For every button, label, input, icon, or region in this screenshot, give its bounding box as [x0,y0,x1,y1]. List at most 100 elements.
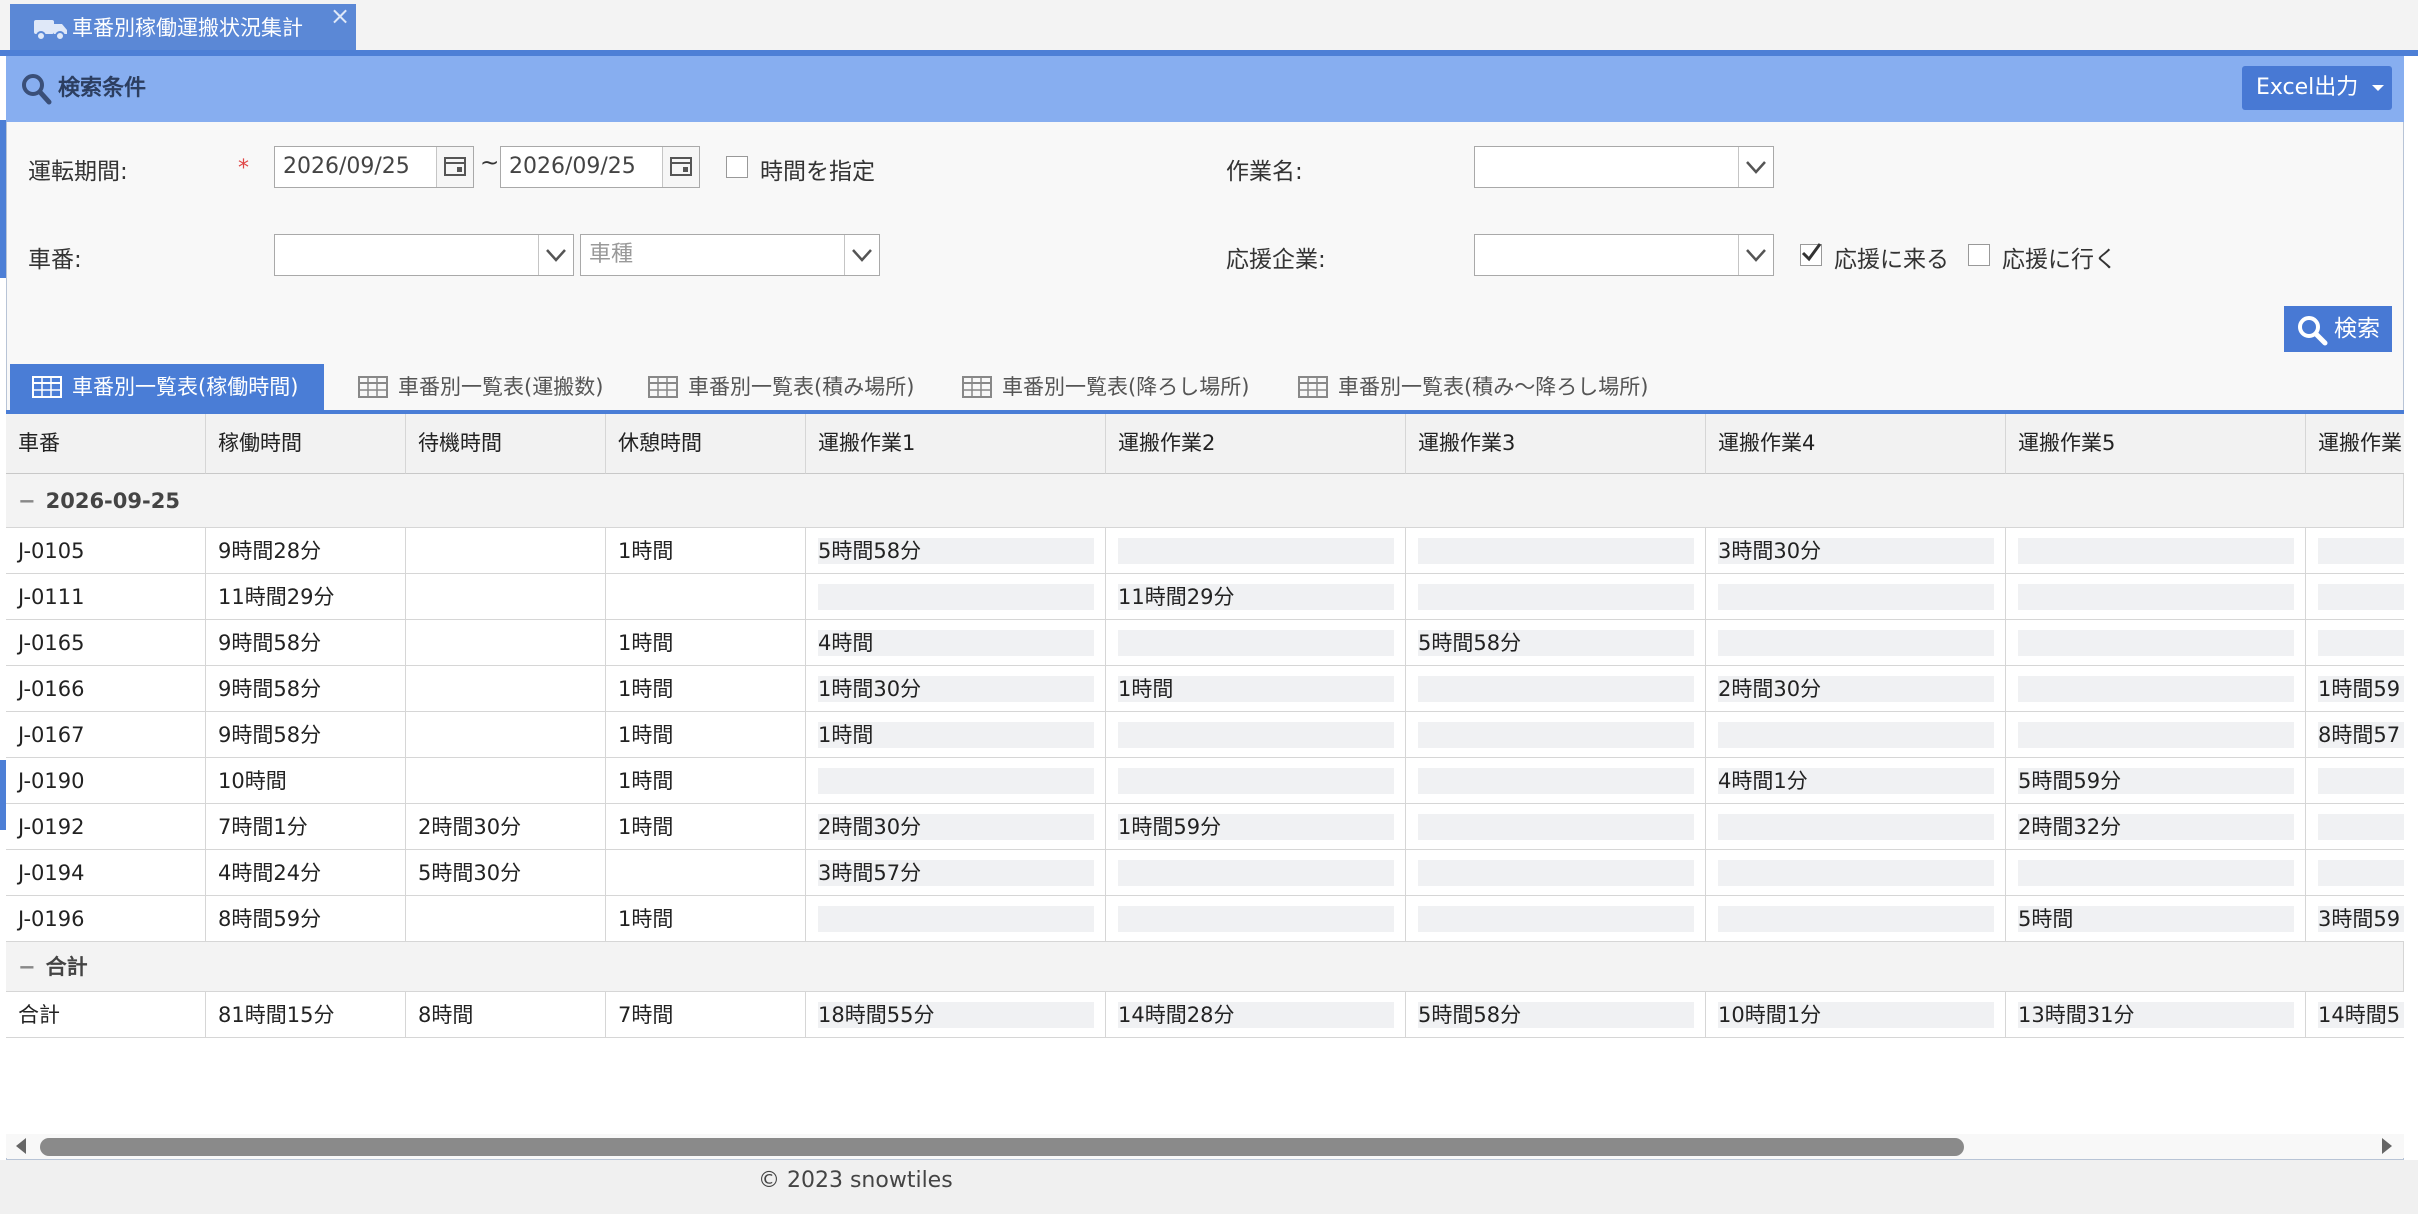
table-cell[interactable] [1106,758,1406,804]
table-cell[interactable] [2306,574,2404,620]
table-cell[interactable] [406,620,606,666]
table-cell[interactable] [1106,896,1406,942]
table-cell[interactable] [2306,758,2404,804]
total-cell[interactable]: 14時間28分 [1106,992,1406,1038]
table-cell[interactable]: 1時間 [1106,666,1406,712]
table-cell[interactable]: J-0190 [6,758,206,804]
dropdown-button[interactable] [538,235,573,275]
table-cell[interactable] [2006,574,2306,620]
column-header[interactable]: 運搬作業 [2306,414,2404,474]
total-cell[interactable]: 18時間55分 [806,992,1106,1038]
work-name-select[interactable] [1474,146,1774,188]
table-cell[interactable] [1406,850,1706,896]
table-cell[interactable] [1106,712,1406,758]
table-cell[interactable] [1406,666,1706,712]
column-header[interactable]: 稼働時間 [206,414,406,474]
table-cell[interactable] [1106,528,1406,574]
table-cell[interactable] [406,758,606,804]
table-cell[interactable] [1406,528,1706,574]
table-cell[interactable]: 10時間 [206,758,406,804]
table-cell[interactable]: 9時間58分 [206,620,406,666]
table-cell[interactable] [606,574,806,620]
table-cell[interactable]: J-0196 [6,896,206,942]
table-cell[interactable]: 9時間28分 [206,528,406,574]
table-cell[interactable] [2006,528,2306,574]
scrollbar-thumb[interactable] [40,1138,1964,1156]
table-cell[interactable]: 2時間30分 [406,804,606,850]
table-cell[interactable]: 1時間30分 [806,666,1106,712]
table-cell[interactable]: 11時間29分 [206,574,406,620]
table-cell[interactable] [2006,850,2306,896]
table-cell[interactable] [806,758,1106,804]
table-cell[interactable]: J-0111 [6,574,206,620]
column-header[interactable]: 運搬作業5 [2006,414,2306,474]
table-cell[interactable]: 1時間59 [2306,666,2404,712]
go-to-support-checkbox[interactable] [1968,244,1990,266]
table-cell[interactable]: 11時間29分 [1106,574,1406,620]
tab-view-4[interactable]: 車番別一覧表(降ろし場所) [940,364,1268,410]
calendar-button[interactable] [662,147,699,187]
total-cell[interactable]: 5時間58分 [1406,992,1706,1038]
table-cell[interactable]: 1時間 [606,896,806,942]
table-cell[interactable]: 2時間30分 [1706,666,2006,712]
table-cell[interactable]: J-0105 [6,528,206,574]
table-cell[interactable]: 1時間 [606,712,806,758]
table-cell[interactable]: 1時間 [606,758,806,804]
table-cell[interactable] [1706,850,2006,896]
car-no-select[interactable] [274,234,574,276]
table-cell[interactable] [2006,666,2306,712]
collapse-icon[interactable]: − [18,489,36,513]
column-header[interactable]: 休憩時間 [606,414,806,474]
table-cell[interactable]: 1時間 [606,528,806,574]
table-cell[interactable]: 1時間 [806,712,1106,758]
column-header[interactable]: 運搬作業1 [806,414,1106,474]
table-cell[interactable]: 1時間 [606,666,806,712]
come-to-support-checkbox[interactable] [1800,243,1822,266]
total-cell[interactable]: 10時間1分 [1706,992,2006,1038]
table-cell[interactable]: 1時間 [606,804,806,850]
table-cell[interactable]: 3時間30分 [1706,528,2006,574]
table-cell[interactable]: J-0192 [6,804,206,850]
table-cell[interactable] [1406,758,1706,804]
table-cell[interactable] [2006,712,2306,758]
document-tab[interactable]: 車番別稼働運搬状況集計 × [10,2,356,52]
table-cell[interactable] [2306,620,2404,666]
table-cell[interactable] [1706,712,2006,758]
total-cell[interactable]: 7時間 [606,992,806,1038]
table-cell[interactable] [406,712,606,758]
table-cell[interactable]: 5時間 [2006,896,2306,942]
tab-view-2[interactable]: 車番別一覧表(運搬数) [336,364,618,410]
table-cell[interactable] [2306,528,2404,574]
close-icon[interactable]: × [330,0,350,40]
table-cell[interactable] [2306,850,2404,896]
table-cell[interactable]: 5時間59分 [2006,758,2306,804]
table-cell[interactable]: 9時間58分 [206,712,406,758]
column-header[interactable]: 車番 [6,414,206,474]
table-cell[interactable] [406,896,606,942]
collapse-icon[interactable]: − [18,955,36,979]
search-button[interactable]: 検索 [2284,306,2392,352]
group-row[interactable]: −2026-09-25 [6,474,2404,528]
table-cell[interactable]: 4時間1分 [1706,758,2006,804]
table-cell[interactable]: 4時間24分 [206,850,406,896]
table-cell[interactable] [1406,896,1706,942]
table-cell[interactable]: 3時間57分 [806,850,1106,896]
table-cell[interactable]: 9時間58分 [206,666,406,712]
table-cell[interactable] [1706,620,2006,666]
scroll-right-icon[interactable] [2378,1136,2396,1156]
tab-view-1[interactable]: 車番別一覧表(稼働時間) [10,364,324,410]
column-header[interactable]: 運搬作業3 [1406,414,1706,474]
table-cell[interactable] [1706,804,2006,850]
table-cell[interactable]: 2時間32分 [2006,804,2306,850]
table-cell[interactable] [606,850,806,896]
column-header[interactable]: 運搬作業2 [1106,414,1406,474]
table-cell[interactable] [1406,712,1706,758]
table-cell[interactable]: 5時間30分 [406,850,606,896]
table-cell[interactable]: 8時間57 [2306,712,2404,758]
table-cell[interactable] [1106,850,1406,896]
table-cell[interactable]: J-0166 [6,666,206,712]
calendar-button[interactable] [436,147,473,187]
column-header[interactable]: 待機時間 [406,414,606,474]
table-cell[interactable] [1106,620,1406,666]
table-cell[interactable]: J-0165 [6,620,206,666]
